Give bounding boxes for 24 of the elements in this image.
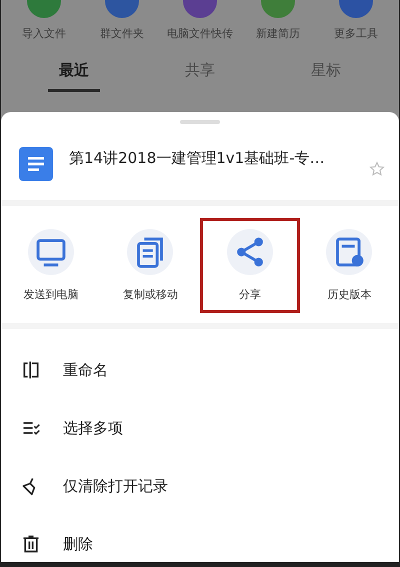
action-label[interactable]: 历史版本 xyxy=(327,287,372,302)
file-title: 第14讲2018一建管理1v1基础班-专… xyxy=(69,148,326,168)
tool-label: 电脑文件快传 xyxy=(167,26,233,41)
monitor-icon[interactable] xyxy=(28,229,74,275)
tab[interactable]: 最近 xyxy=(48,61,100,92)
sheet-handle[interactable] xyxy=(180,120,220,124)
trash-icon xyxy=(21,534,41,554)
star-icon[interactable] xyxy=(369,161,385,177)
document-icon xyxy=(19,147,53,181)
action-label[interactable]: 发送到电脑 xyxy=(23,287,78,302)
document-clock-icon[interactable] xyxy=(326,229,372,275)
tool-label: 新建简历 xyxy=(256,26,300,41)
share-icon[interactable] xyxy=(226,229,273,275)
tool-label: 群文件夹 xyxy=(100,26,144,41)
action-label[interactable]: 分享 xyxy=(238,287,261,302)
menu-item[interactable]: 重命名 xyxy=(63,360,108,380)
menu-item[interactable]: 仅清除打开记录 xyxy=(63,476,168,496)
tool-label: 导入文件 xyxy=(22,26,66,41)
action-label[interactable]: 复制或移动 xyxy=(122,287,178,302)
copy-icon[interactable] xyxy=(127,229,174,275)
menu-item[interactable]: 删除 xyxy=(63,534,93,554)
tool-label: 更多工具 xyxy=(334,26,378,41)
rename-icon xyxy=(21,360,41,380)
menu-item[interactable]: 选择多项 xyxy=(63,418,123,438)
